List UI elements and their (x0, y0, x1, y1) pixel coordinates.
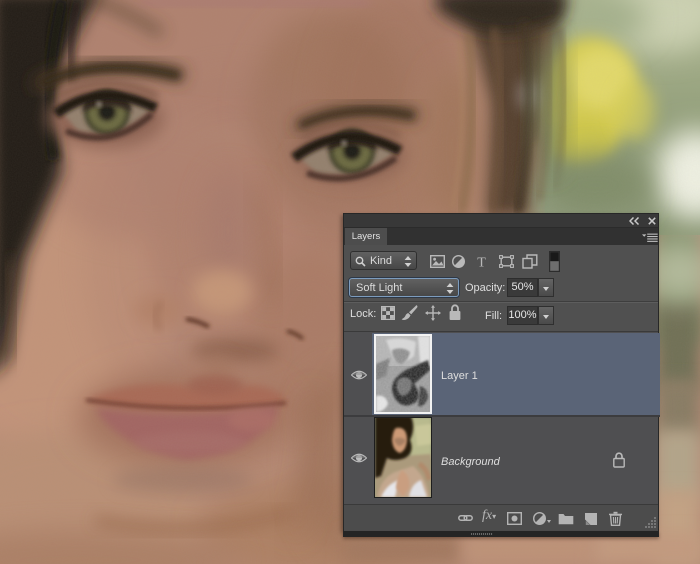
svg-text:T: T (477, 256, 486, 269)
